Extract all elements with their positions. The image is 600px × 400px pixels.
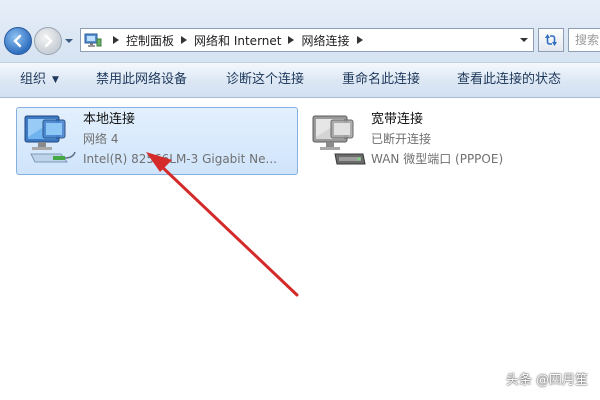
chevron-down-icon: ▼	[52, 75, 59, 85]
command-bar: 组织 ▼ 禁用此网络设备 诊断这个连接 重命名此连接 查看此连接的状态	[0, 62, 600, 98]
breadcrumb-separator-icon[interactable]	[354, 34, 366, 46]
breadcrumb-network-internet[interactable]: 网络和 Internet	[194, 32, 281, 49]
arrow-left-icon	[13, 34, 22, 48]
arrow-right-icon	[44, 34, 53, 48]
address-bar: 控制面板 网络和 Internet 网络连接 搜索	[0, 0, 600, 62]
search-input[interactable]: 搜索	[568, 28, 600, 52]
connection-details: 宽带连接 已断开连接 WAN 微型端口 (PPPOE)	[371, 108, 585, 174]
connection-adapter: Intel(R) 82566LM-3 Gigabit Ne...	[83, 152, 277, 166]
network-connections-folder-icon	[84, 33, 102, 47]
organize-label: 组织	[20, 72, 47, 87]
breadcrumb-control-panel[interactable]: 控制面板	[126, 32, 174, 49]
broadband-modem-icon	[312, 115, 366, 165]
breadcrumb-separator-icon[interactable]	[110, 34, 122, 46]
network-computer-icon	[24, 115, 76, 163]
connection-state: 已断开连接	[371, 132, 432, 146]
connection-network: 网络 4	[83, 132, 119, 146]
recent-pages-dropdown-icon[interactable]	[64, 36, 74, 46]
rename-connection-button[interactable]: 重命名此连接	[342, 63, 420, 97]
connection-item-broadband[interactable]: 宽带连接 已断开连接 WAN 微型端口 (PPPOE)	[304, 107, 586, 175]
watermark: 头条 @四月笙	[505, 373, 588, 388]
connections-pane: 本地连接 网络 4 Intel(R) 82566LM-3 Gigabit Ne.…	[0, 98, 600, 400]
refresh-icon	[545, 34, 557, 46]
view-status-button[interactable]: 查看此连接的状态	[457, 63, 561, 97]
diagnose-connection-button[interactable]: 诊断这个连接	[226, 63, 304, 97]
connection-name: 本地连接	[83, 112, 136, 127]
organize-menu-button[interactable]: 组织 ▼	[20, 63, 59, 97]
breadcrumb-separator-icon[interactable]	[285, 34, 297, 46]
disable-device-button[interactable]: 禁用此网络设备	[96, 63, 187, 97]
back-button[interactable]	[4, 27, 32, 55]
refresh-button[interactable]	[538, 28, 564, 52]
connection-item-local[interactable]: 本地连接 网络 4 Intel(R) 82566LM-3 Gigabit Ne.…	[16, 107, 298, 175]
breadcrumb-network-connections[interactable]: 网络连接	[301, 32, 349, 49]
address-dropdown-icon[interactable]	[519, 35, 529, 45]
address-input[interactable]: 控制面板 网络和 Internet 网络连接	[80, 28, 534, 52]
forward-button[interactable]	[34, 27, 62, 55]
connection-adapter: WAN 微型端口 (PPPOE)	[371, 152, 504, 166]
connection-details: 本地连接 网络 4 Intel(R) 82566LM-3 Gigabit Ne.…	[83, 108, 297, 174]
connection-name: 宽带连接	[371, 112, 424, 127]
breadcrumb-separator-icon[interactable]	[178, 34, 190, 46]
